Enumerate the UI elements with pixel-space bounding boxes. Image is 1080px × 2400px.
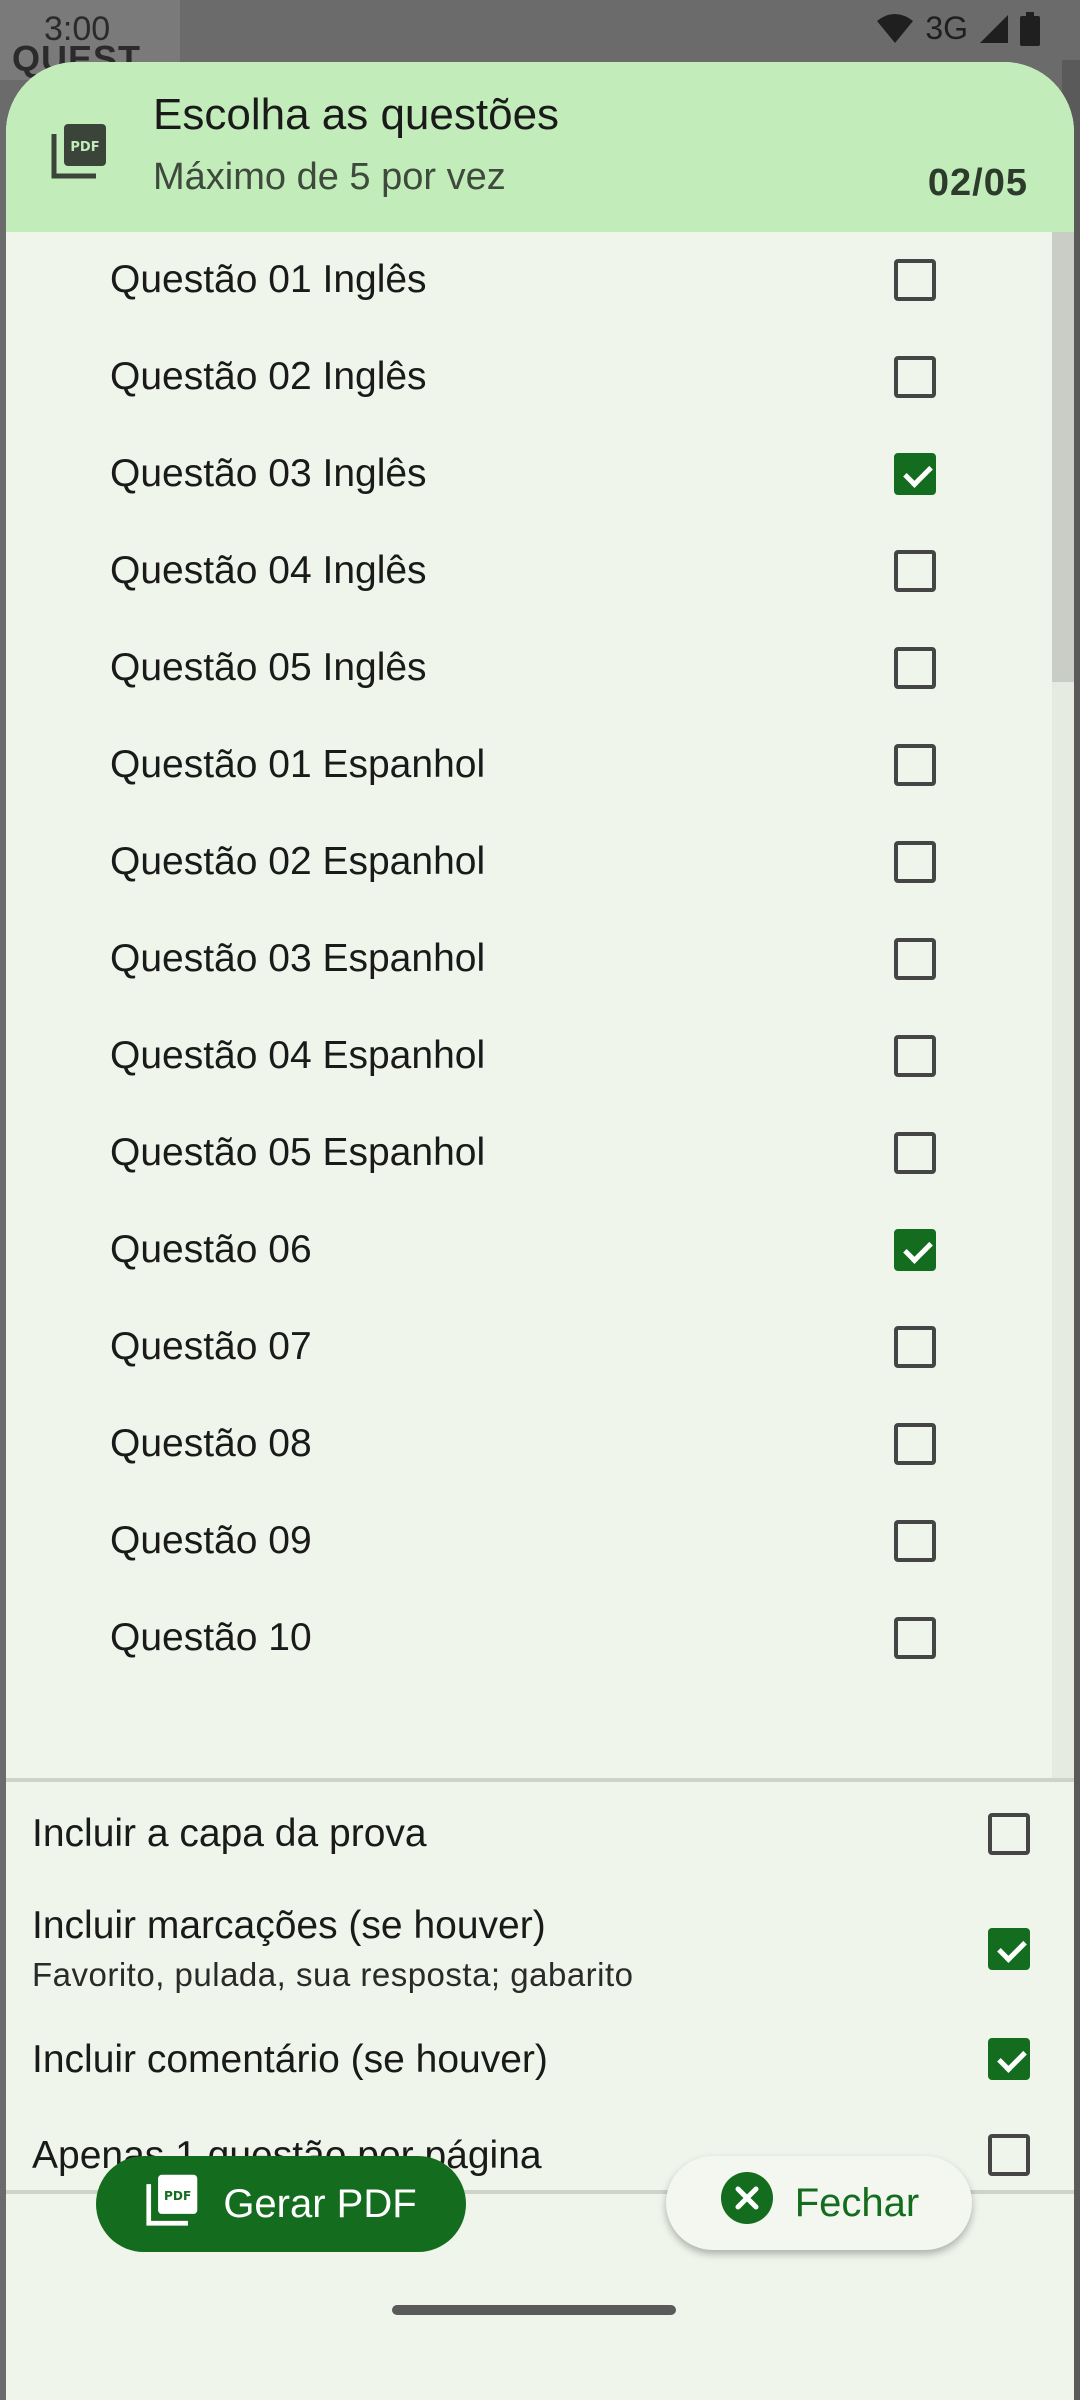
close-icon — [719, 2170, 775, 2236]
sheet-header: PDF Escolha as questões Máximo de 5 por … — [6, 62, 1074, 232]
question-label: Questão 03 Espanhol — [110, 937, 486, 980]
question-label: Questão 02 Inglês — [110, 355, 427, 398]
option-checkbox[interactable] — [988, 2134, 1030, 2176]
option-checkbox[interactable] — [988, 2038, 1030, 2080]
status-bar: 3:00 3G — [0, 0, 1080, 60]
selection-counter: 02/05 — [927, 162, 1028, 204]
network-type: 3G — [925, 10, 968, 46]
question-checkbox[interactable] — [894, 1423, 936, 1465]
question-label: Questão 08 — [110, 1422, 312, 1465]
question-row[interactable]: Questão 08 — [6, 1396, 1046, 1493]
close-button[interactable]: Fechar — [666, 2156, 972, 2250]
question-row[interactable]: Questão 04 Inglês — [6, 523, 1046, 620]
option-label: Incluir comentário (se houver) — [32, 2038, 548, 2081]
svg-text:PDF: PDF — [70, 140, 99, 155]
question-label: Questão 05 Espanhol — [110, 1131, 486, 1174]
question-checkbox[interactable] — [894, 1035, 936, 1077]
signal-icon — [978, 13, 1010, 45]
question-label: Questão 01 Inglês — [110, 258, 427, 301]
question-checkbox[interactable] — [894, 647, 936, 689]
option-include-cover[interactable]: Incluir a capa da prova — [6, 1784, 1074, 1884]
question-row[interactable]: Questão 05 Espanhol — [6, 1105, 1046, 1202]
question-row[interactable]: Questão 07 — [6, 1299, 1046, 1396]
sheet-subtitle: Máximo de 5 por vez — [153, 156, 506, 198]
divider — [6, 1778, 1074, 1782]
question-checkbox[interactable] — [894, 1520, 936, 1562]
question-checkbox[interactable] — [894, 1132, 936, 1174]
scrollbar-thumb[interactable] — [1052, 232, 1074, 682]
question-list-scrollbar[interactable] — [1052, 232, 1074, 1778]
svg-text:PDF: PDF — [164, 2189, 191, 2203]
battery-icon — [1020, 11, 1040, 46]
close-label: Fechar — [794, 2180, 920, 2225]
option-include-marks[interactable]: Incluir marcações (se houver) Favorito, … — [6, 1884, 1074, 2014]
option-checkbox[interactable] — [988, 1813, 1030, 1855]
question-list[interactable]: Questão 01 Inglês Questão 02 Inglês Ques… — [6, 232, 1074, 1778]
question-row[interactable]: Questão 10 — [6, 1590, 1046, 1687]
question-row[interactable]: Questão 01 Inglês — [6, 232, 1046, 329]
sheet-title: Escolha as questões — [153, 90, 560, 139]
option-sublabel: Favorito, pulada, sua resposta; gabarito — [32, 1956, 634, 1993]
home-indicator[interactable] — [392, 2305, 676, 2315]
question-label: Questão 04 Espanhol — [110, 1034, 486, 1077]
question-checkbox[interactable] — [894, 1326, 936, 1368]
question-checkbox[interactable] — [894, 841, 936, 883]
question-label: Questão 05 Inglês — [110, 646, 427, 689]
question-row[interactable]: Questão 04 Espanhol — [6, 1008, 1046, 1105]
question-label: Questão 01 Espanhol — [110, 743, 486, 786]
question-row[interactable]: Questão 02 Inglês — [6, 329, 1046, 426]
question-row[interactable]: Questão 03 Espanhol — [6, 911, 1046, 1008]
pdf-icon: PDF — [145, 2171, 201, 2237]
question-checkbox[interactable] — [894, 744, 936, 786]
option-include-comments[interactable]: Incluir comentário (se houver) — [6, 2014, 1074, 2112]
question-label: Questão 07 — [110, 1325, 312, 1368]
question-label: Questão 10 — [110, 1616, 312, 1659]
question-row[interactable]: Questão 02 Espanhol — [6, 814, 1046, 911]
wifi-icon — [875, 13, 915, 45]
question-row[interactable]: Questão 06 — [6, 1202, 1046, 1299]
option-checkbox[interactable] — [988, 1928, 1030, 1970]
question-checkbox[interactable] — [894, 1229, 936, 1271]
question-row[interactable]: Questão 03 Inglês — [6, 426, 1046, 523]
question-picker-sheet: PDF Escolha as questões Máximo de 5 por … — [6, 62, 1074, 2400]
question-checkbox[interactable] — [894, 1617, 936, 1659]
question-label: Questão 02 Espanhol — [110, 840, 486, 883]
question-label: Questão 06 — [110, 1228, 312, 1271]
question-checkbox[interactable] — [894, 550, 936, 592]
question-checkbox[interactable] — [894, 938, 936, 980]
question-row[interactable]: Questão 01 Espanhol — [6, 717, 1046, 814]
pdf-icon: PDF — [50, 120, 110, 180]
question-checkbox[interactable] — [894, 356, 936, 398]
option-label: Incluir marcações (se houver) — [32, 1904, 546, 1947]
status-time: 3:00 — [44, 10, 111, 48]
question-label: Questão 09 — [110, 1519, 312, 1562]
question-row[interactable]: Questão 05 Inglês — [6, 620, 1046, 717]
generate-pdf-button[interactable]: PDF Gerar PDF — [96, 2156, 466, 2252]
question-label: Questão 04 Inglês — [110, 549, 427, 592]
question-label: Questão 03 Inglês — [110, 452, 427, 495]
question-checkbox[interactable] — [894, 259, 936, 301]
question-checkbox[interactable] — [894, 453, 936, 495]
generate-pdf-label: Gerar PDF — [223, 2181, 417, 2226]
question-row[interactable]: Questão 09 — [6, 1493, 1046, 1590]
option-label: Incluir a capa da prova — [32, 1812, 427, 1855]
